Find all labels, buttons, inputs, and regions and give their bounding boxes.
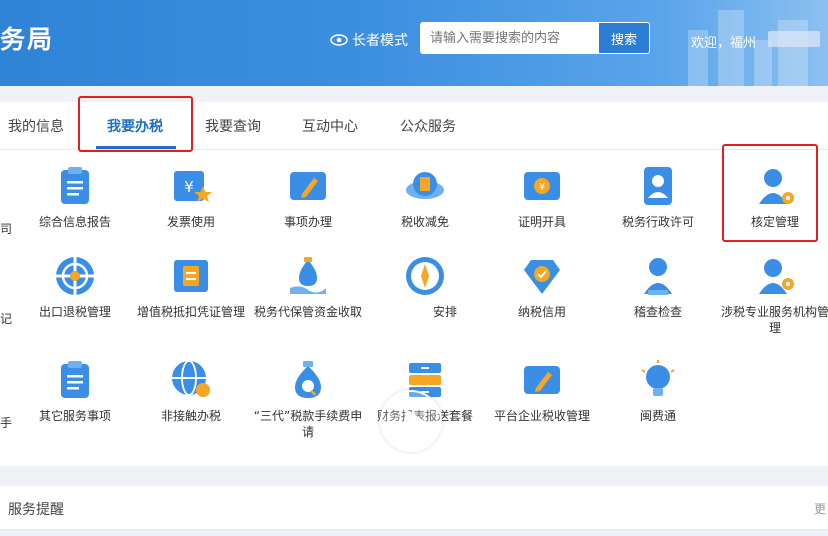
edge-fragment: 记 bbox=[0, 312, 13, 326]
service-label: 发票使用 bbox=[166, 215, 215, 229]
service-label: 出口退税管理 bbox=[38, 305, 111, 319]
service-label: 事项办理 bbox=[283, 215, 332, 229]
service-invoice-use[interactable]: ¥ 发票使用 bbox=[136, 164, 246, 230]
service-inspection[interactable]: 稽查检查 bbox=[603, 254, 713, 320]
svg-text:¥: ¥ bbox=[539, 182, 545, 193]
compass-icon bbox=[406, 257, 444, 295]
ticket-icon bbox=[174, 260, 208, 292]
service-panel: 我的信息 我要办税 我要查询 互动中心 公众服务 司 记 手 综合信息报告 ¥ … bbox=[0, 102, 828, 466]
service-schedule[interactable]: 安排 bbox=[370, 254, 480, 320]
welcome-text: 欢迎，福州 bbox=[691, 36, 757, 51]
service-label: 税务行政许可 bbox=[621, 215, 694, 229]
redacted-username bbox=[768, 31, 820, 47]
service-admin-license[interactable]: 税务行政许可 bbox=[603, 164, 713, 230]
svg-text:¥: ¥ bbox=[184, 178, 194, 196]
edge-fragment: 手 bbox=[0, 416, 13, 430]
tax-coin-icon bbox=[406, 172, 444, 199]
service-label: 税收减免 bbox=[400, 215, 449, 229]
service-label: 综合信息报告 bbox=[38, 215, 111, 229]
service-vat-deduction[interactable]: 增值税抵扣凭证管理 bbox=[136, 254, 246, 320]
service-tax-credit[interactable]: 纳税信用 bbox=[487, 254, 597, 320]
service-reminder-section: 服务提醒 更 bbox=[0, 486, 828, 530]
eye-icon bbox=[330, 34, 348, 46]
service-tax-relief[interactable]: 税收减免 bbox=[370, 164, 480, 230]
service-label: 稽查检查 bbox=[633, 305, 682, 319]
search-input[interactable] bbox=[420, 22, 598, 54]
diamond-check-icon bbox=[524, 260, 560, 294]
service-matter-handling[interactable]: 事项办理 bbox=[253, 164, 363, 230]
service-contactless[interactable]: 非接触办税 bbox=[136, 358, 246, 424]
tab-public-service[interactable]: 公众服务 bbox=[400, 116, 456, 136]
service-label: 平台企业税收管理 bbox=[493, 409, 590, 423]
service-label: 纳税信用 bbox=[517, 305, 566, 319]
service-professional-agency[interactable]: 涉税专业服务机构管理 bbox=[720, 254, 828, 336]
service-label: 非接触办税 bbox=[160, 409, 221, 423]
globe-icon bbox=[56, 257, 94, 295]
inspector-icon bbox=[644, 258, 672, 295]
service-label: 证明开具 bbox=[517, 215, 566, 229]
tab-query[interactable]: 我要查询 bbox=[205, 116, 261, 136]
certificate-icon: ¥ bbox=[524, 172, 560, 200]
video-play-overlay[interactable] bbox=[380, 390, 442, 452]
search-button[interactable]: 搜索 bbox=[598, 22, 650, 54]
globe-hand-icon bbox=[172, 360, 210, 397]
service-label: 其它服务事项 bbox=[38, 409, 111, 423]
highlight-active-tab bbox=[78, 96, 193, 152]
reminder-more-link[interactable]: 更 bbox=[814, 500, 826, 517]
service-label: 安排 bbox=[432, 305, 457, 319]
clipboard-icon bbox=[61, 361, 89, 398]
service-label: 闽费通 bbox=[639, 409, 676, 423]
elder-mode-toggle[interactable]: 长者模式 bbox=[330, 30, 408, 50]
service-min-fee[interactable]: 闽费通 bbox=[603, 358, 713, 424]
service-three-withholding[interactable]: “三代”税款手续费申请 bbox=[253, 358, 363, 440]
money-bag-search-icon bbox=[295, 361, 321, 398]
clipboard-icon bbox=[61, 167, 89, 204]
service-label: 涉税专业服务机构管理 bbox=[720, 305, 828, 335]
user-gear-icon bbox=[759, 259, 794, 294]
edit-icon bbox=[524, 366, 560, 394]
invoice-icon: ¥ bbox=[174, 171, 212, 202]
service-other-matters[interactable]: 其它服务事项 bbox=[20, 358, 130, 424]
service-label: 税务代保管资金收取 bbox=[253, 305, 362, 319]
lightbulb-icon bbox=[641, 360, 675, 396]
service-certificate[interactable]: ¥ 证明开具 bbox=[487, 164, 597, 230]
service-export-refund[interactable]: 出口退税管理 bbox=[20, 254, 130, 320]
tab-interaction[interactable]: 互动中心 bbox=[302, 116, 358, 136]
edge-fragment: 司 bbox=[0, 222, 13, 236]
service-label: “三代”税款手续费申请 bbox=[253, 409, 363, 439]
highlight-verification-management bbox=[722, 144, 818, 242]
service-platform-tax[interactable]: 平台企业税收管理 bbox=[487, 358, 597, 424]
service-fund-custody[interactable]: 税务代保管资金收取 bbox=[253, 254, 363, 320]
edit-icon bbox=[290, 172, 326, 200]
reminder-title: 服务提醒 bbox=[8, 502, 64, 518]
top-header: 务局 长者模式 搜索 欢迎，福州 bbox=[0, 0, 828, 86]
service-label: 增值税抵扣凭证管理 bbox=[136, 305, 245, 319]
id-card-icon bbox=[644, 167, 672, 205]
money-bag-icon bbox=[290, 257, 326, 294]
tab-my-info[interactable]: 我的信息 bbox=[8, 116, 64, 136]
site-title: 务局 bbox=[0, 25, 55, 54]
elder-mode-label: 长者模式 bbox=[352, 33, 408, 49]
service-comprehensive-report[interactable]: 综合信息报告 bbox=[20, 164, 130, 230]
